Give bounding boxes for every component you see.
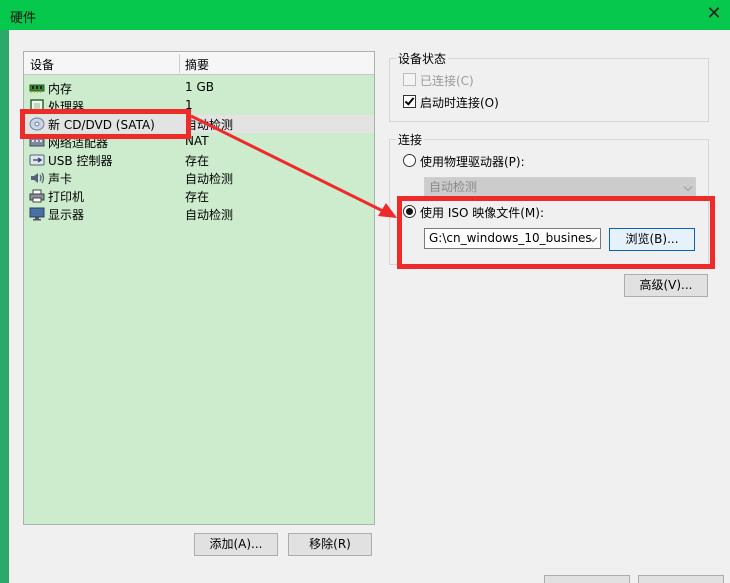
annotation-arrow [190, 114, 397, 218]
